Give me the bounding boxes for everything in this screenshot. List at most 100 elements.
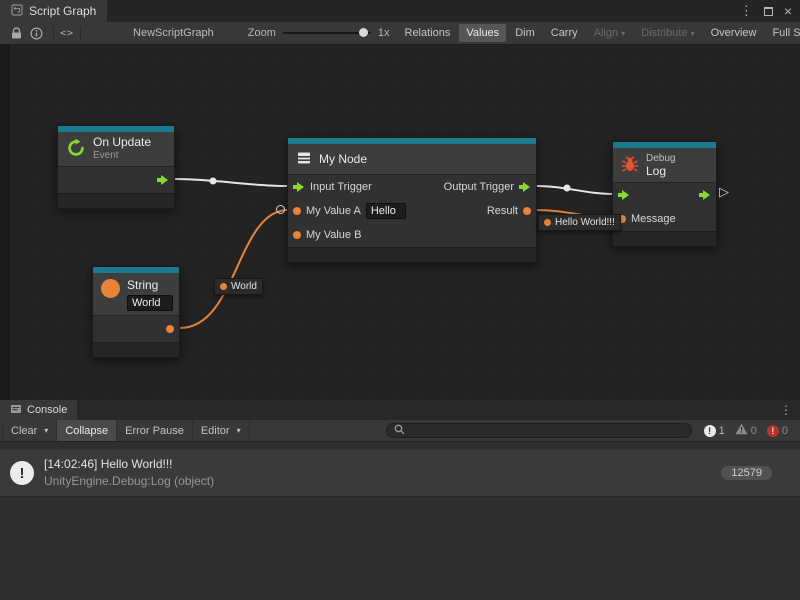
my-node-icon — [296, 150, 312, 169]
dim-button[interactable]: Dim — [508, 24, 542, 42]
wire-value-dot — [220, 283, 227, 290]
editor-button[interactable]: Editor ▾ — [193, 420, 250, 441]
node-my-node[interactable]: My Node Input Trigger Output Trigger — [287, 137, 537, 263]
string-output-port[interactable] — [166, 325, 174, 333]
zoom-value: 1x — [378, 27, 390, 39]
zoom-slider[interactable] — [283, 32, 371, 34]
fullscreen-button[interactable]: Full S — [765, 24, 800, 42]
my-value-b-port[interactable] — [293, 231, 301, 239]
title-bar: Script Graph ⋮ × — [0, 0, 800, 22]
wire-value-dot — [544, 219, 551, 226]
console-panel: Console ⋮ Clear ▾ Collapse Error Pause E… — [0, 400, 800, 600]
string-literal-icon — [101, 279, 120, 298]
values-button[interactable]: Values — [459, 24, 506, 42]
my-value-a-input[interactable] — [366, 203, 406, 219]
warning-count-badge[interactable]: 0 — [731, 423, 761, 438]
my-value-a-label: My Value A — [306, 205, 361, 217]
debug-input-trigger-port[interactable] — [618, 190, 630, 200]
align-button[interactable]: Align▾ — [587, 24, 632, 42]
error-count-badge[interactable]: ! 0 — [763, 425, 792, 437]
chevron-down-icon: ▾ — [691, 29, 695, 38]
node-title: My Node — [319, 152, 367, 166]
clear-button[interactable]: Clear ▾ — [2, 420, 57, 441]
my-value-b-label: My Value B — [306, 229, 361, 241]
script-graph-icon — [11, 4, 23, 19]
wire-dot — [564, 185, 571, 192]
log-message: [14:02:46] Hello World!!! — [44, 456, 214, 473]
close-icon[interactable]: × — [784, 3, 792, 19]
chevron-down-icon: ▾ — [237, 426, 241, 435]
graph-canvas[interactable]: On Update Event My Nod — [0, 45, 800, 400]
wire-value-world: World — [214, 278, 263, 295]
log-info-icon: ! — [10, 461, 34, 485]
flow-cursor-icon: ▷ — [719, 184, 729, 200]
node-footer — [288, 247, 536, 262]
console-tab-title: Console — [27, 404, 67, 416]
node-footer — [613, 231, 716, 246]
wire-value-hello-world: Hello World!!! — [538, 214, 621, 231]
result-port[interactable] — [523, 207, 531, 215]
console-tab-bar: Console ⋮ — [0, 400, 800, 420]
unity-window: Script Graph ⋮ × <> NewScriptGraph Zoom … — [0, 0, 800, 600]
node-debug-log[interactable]: Debug Log Message — [612, 141, 717, 247]
string-value-input[interactable] — [127, 295, 173, 311]
console-search[interactable] — [386, 423, 692, 438]
zoom-label: Zoom — [248, 27, 276, 39]
console-icon — [10, 403, 22, 418]
info-count-badge[interactable]: ! 1 — [700, 425, 729, 437]
node-footer — [93, 342, 179, 357]
on-update-event-icon — [66, 138, 86, 161]
toolbar-divider — [80, 26, 81, 40]
tab-title: Script Graph — [29, 4, 96, 18]
graph-toolbar: <> NewScriptGraph Zoom 1x Relations Valu… — [0, 22, 800, 45]
warning-icon — [735, 423, 748, 438]
window-menu-icon[interactable]: ⋮ — [740, 3, 753, 19]
node-string[interactable]: String — [92, 266, 180, 358]
log-entry[interactable]: ! [14:02:46] Hello World!!! UnityEngine.… — [0, 450, 800, 497]
wire-onupdate-to-mynode[interactable] — [175, 179, 288, 186]
node-title: Log — [646, 165, 675, 178]
search-input[interactable] — [410, 425, 684, 437]
maximize-icon[interactable] — [764, 7, 773, 16]
tab-script-graph[interactable]: Script Graph — [0, 0, 107, 22]
result-label: Result — [487, 205, 518, 217]
info-log-icon: ! — [704, 425, 716, 437]
tab-console[interactable]: Console — [0, 400, 77, 420]
zoom-slider-knob[interactable] — [359, 28, 368, 37]
chevron-down-icon: ▾ — [621, 29, 625, 38]
my-value-a-port[interactable] — [293, 207, 301, 215]
error-log-icon: ! — [767, 425, 779, 437]
output-trigger-port[interactable] — [519, 182, 531, 192]
distribute-button[interactable]: Distribute▾ — [634, 24, 701, 42]
console-menu-icon[interactable]: ⋮ — [772, 400, 800, 420]
debug-output-trigger-port[interactable] — [699, 190, 711, 200]
search-icon — [394, 424, 405, 438]
node-title: String — [127, 279, 173, 292]
chevron-down-icon: ▾ — [44, 426, 48, 435]
console-toolbar: Clear ▾ Collapse Error Pause Editor ▾ — [0, 420, 800, 442]
input-trigger-label: Input Trigger — [310, 181, 372, 193]
graph-name: NewScriptGraph — [133, 27, 214, 39]
node-on-update[interactable]: On Update Event — [57, 125, 175, 209]
wire-dot — [210, 178, 217, 185]
node-footer — [58, 193, 174, 208]
console-log-area[interactable]: ! [14:02:46] Hello World!!! UnityEngine.… — [0, 446, 800, 600]
node-title: On Update — [93, 136, 151, 149]
wire-mynode-to-debug[interactable] — [537, 186, 613, 194]
collapse-button[interactable]: Collapse — [57, 420, 117, 441]
input-trigger-port[interactable] — [293, 182, 305, 192]
output-trigger-label: Output Trigger — [444, 181, 514, 193]
error-pause-button[interactable]: Error Pause — [117, 420, 193, 441]
relations-button[interactable]: Relations — [398, 24, 458, 42]
toolbar-divider — [53, 26, 54, 40]
edit-code-icon[interactable]: <> — [60, 28, 74, 39]
log-stacktrace: UnityEngine.Debug:Log (object) — [44, 473, 214, 490]
unconnected-port-indicator[interactable] — [276, 205, 285, 214]
carry-button[interactable]: Carry — [544, 24, 585, 42]
bug-icon — [621, 155, 639, 176]
overview-button[interactable]: Overview — [704, 24, 764, 42]
wire-string-to-myvaluea[interactable] — [180, 210, 288, 328]
info-icon[interactable] — [30, 27, 43, 40]
lock-icon[interactable] — [11, 27, 22, 40]
trigger-output-port[interactable] — [157, 175, 169, 185]
